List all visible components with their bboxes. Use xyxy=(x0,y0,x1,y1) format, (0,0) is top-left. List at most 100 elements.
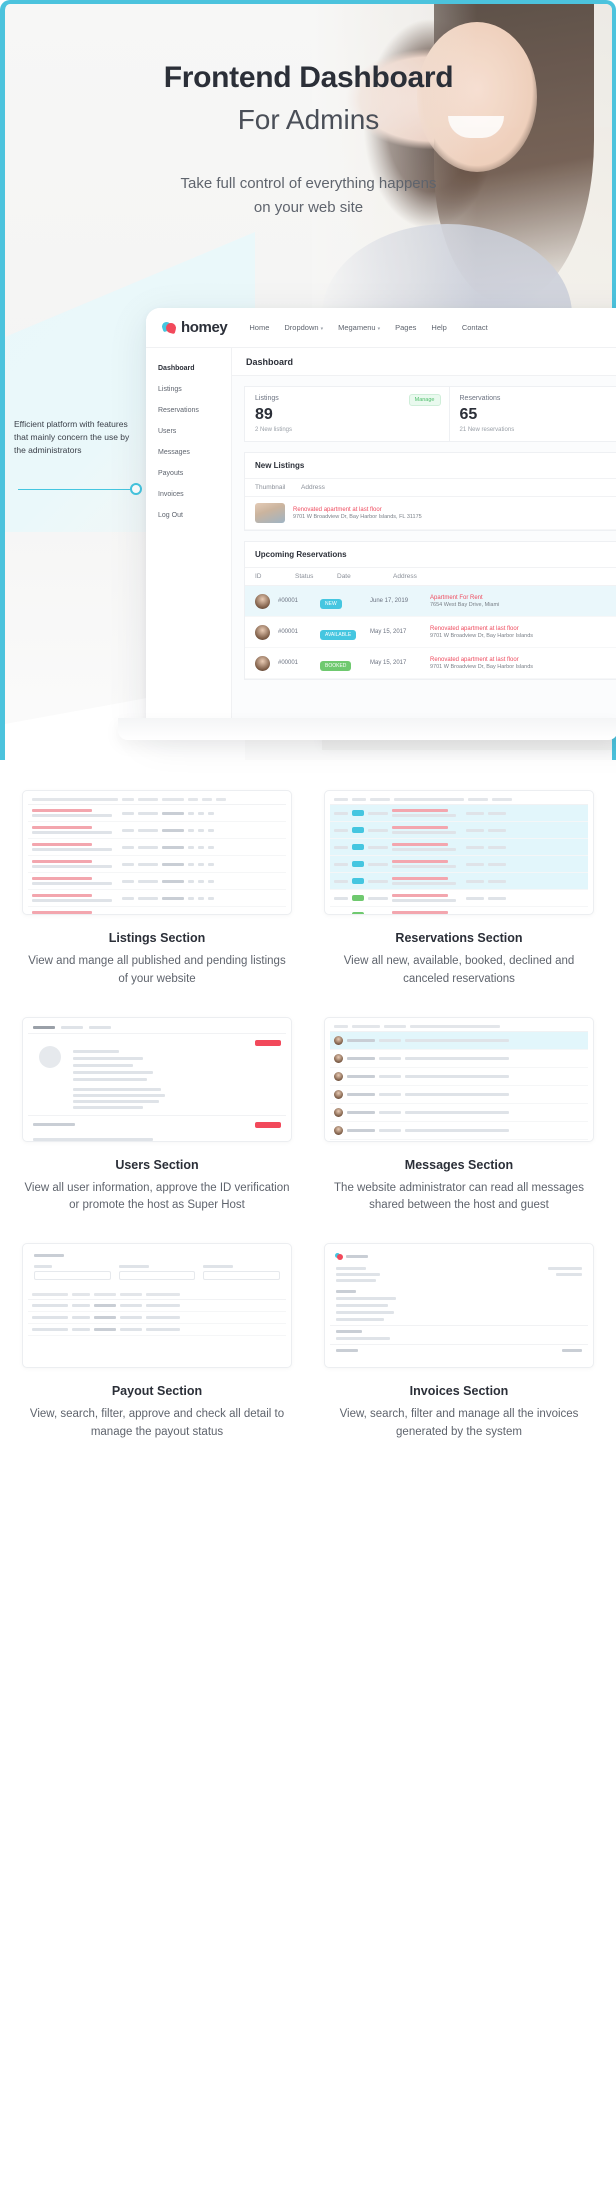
dashboard-page-heading: Dashboard xyxy=(232,348,616,376)
feature-screenshot-messages xyxy=(324,1016,594,1142)
feature-users: Users Section View all user information,… xyxy=(22,1016,292,1216)
manage-button[interactable]: Manage xyxy=(408,394,441,406)
feature-title: Messages Section xyxy=(404,1157,514,1172)
avatar xyxy=(39,1045,61,1068)
reservation-title: Renovated apartment at last floor xyxy=(430,656,519,663)
col-id: ID xyxy=(255,573,262,580)
nav-item-dropdown[interactable]: Dropdown ▾ xyxy=(284,323,323,332)
main-nav: Home Dropdown ▾ Megamenu ▾ Pages Help Cont… xyxy=(249,323,487,332)
feature-screenshot-invoices xyxy=(324,1243,594,1369)
feature-description: The website administrator can read all m… xyxy=(334,1181,584,1212)
nav-label: Contact xyxy=(461,323,488,332)
reservation-title: Apartment For Rent xyxy=(430,594,483,601)
reservation-address: 9701 W Broadview Dr, Bay Harbor Islands xyxy=(430,663,534,670)
dashboard-main: Dashboard Manage Listings 89 2 New listi… xyxy=(232,348,616,728)
nav-item-help[interactable]: Help xyxy=(431,323,446,332)
mini-table-row xyxy=(28,907,286,914)
mini-table-row xyxy=(330,873,588,890)
nav-item-pages[interactable]: Pages xyxy=(395,323,416,332)
mockup-base-shadow xyxy=(118,718,616,740)
mini-table-row xyxy=(330,805,588,822)
reservation-id: #00001 xyxy=(278,598,299,604)
chevron-down-icon: ▾ xyxy=(377,326,381,332)
hero-photo-face xyxy=(417,22,537,172)
secondary-button[interactable] xyxy=(255,1121,281,1128)
mini-table-row xyxy=(330,856,588,873)
mini-table-row xyxy=(330,890,588,907)
feature-description: View all new, available, booked, decline… xyxy=(343,955,575,985)
stat-label: Reservations xyxy=(459,395,501,402)
mockup-topbar: homey Home Dropdown ▾ Megamenu ▾ Pages Hel… xyxy=(146,308,616,348)
brand-logo[interactable]: homey xyxy=(160,319,228,336)
mini-table-row xyxy=(330,839,588,856)
primary-button[interactable] xyxy=(255,1039,281,1046)
mini-table-row xyxy=(330,1086,588,1104)
homey-logo-icon xyxy=(160,320,178,335)
mini-table-row xyxy=(28,839,286,856)
mini-table-row xyxy=(330,1068,588,1086)
stat-value: 89 xyxy=(255,406,273,423)
table-row[interactable]: #00001 NEW June 17, 2019 Apartment For R… xyxy=(245,586,616,617)
mockup-body: Dashboard Listings Reservations Users Me… xyxy=(146,348,616,728)
feature-title: Listings Section xyxy=(108,931,206,945)
col-address: Address xyxy=(301,484,325,491)
sidebar-item-invoices[interactable]: Invoices xyxy=(146,484,231,505)
features-grid: Listings Section View and mange all publ… xyxy=(0,790,616,1442)
table-row[interactable]: #00001 AVAILABLE May 15, 2017 Renovated … xyxy=(245,617,616,648)
feature-title: Users Section xyxy=(115,1157,199,1172)
col-date: Date xyxy=(337,573,351,580)
reservation-id: #00001 xyxy=(278,660,299,666)
page-subtitle: For Admins xyxy=(237,104,380,135)
mini-table-row xyxy=(330,1140,588,1141)
mini-table-row xyxy=(330,1050,588,1068)
homey-logo-icon xyxy=(335,1253,343,1261)
nav-item-home[interactable]: Home xyxy=(249,323,269,332)
status-badge: NEW xyxy=(320,599,342,609)
stat-sub: 21 New reservations xyxy=(459,427,515,433)
reservation-date: June 17, 2019 xyxy=(370,598,409,604)
mini-table-row xyxy=(28,1324,286,1337)
sidebar-item-users[interactable]: Users xyxy=(146,421,231,442)
status-badge: AVAILABLE xyxy=(320,630,357,640)
feature-description: View, search, filter and manage all the … xyxy=(339,1408,579,1439)
listing-address: 9701 W Broadview Dr, Bay Harbor Islands,… xyxy=(293,513,422,520)
dashboard-sidebar: Dashboard Listings Reservations Users Me… xyxy=(146,348,232,728)
sidebar-item-listings[interactable]: Listings xyxy=(146,379,231,400)
feature-description: View all user information, approve the I… xyxy=(24,1181,290,1212)
nav-label: Pages xyxy=(395,323,417,332)
hero-tagline-line1: Take full control of everything happens xyxy=(180,175,437,192)
panel-title: Upcoming Reservations xyxy=(255,550,347,559)
feature-description: View, search, filter, approve and check … xyxy=(29,1408,285,1439)
mini-table-row xyxy=(330,822,588,839)
table-row[interactable]: Renovated apartment at last floor 9701 W… xyxy=(245,497,616,530)
reservation-date: May 15, 2017 xyxy=(370,660,407,666)
sidebar-item-payouts[interactable]: Payouts xyxy=(146,463,231,484)
col-address: Address xyxy=(393,573,417,580)
feature-screenshot-reservations xyxy=(324,790,594,915)
status-badge: BOOKED xyxy=(320,661,352,671)
table-header: Thumbnail Address xyxy=(245,478,616,497)
feature-messages: Messages Section The website administrat… xyxy=(324,1016,594,1216)
table-header: ID Status Date Address xyxy=(245,567,616,586)
mini-table-row xyxy=(28,873,286,890)
nav-item-megamenu[interactable]: Megamenu ▾ xyxy=(338,323,380,332)
mini-table-row xyxy=(330,1104,588,1122)
mini-table-header xyxy=(330,795,588,805)
feature-title: Payout Section xyxy=(111,1384,203,1399)
nav-label: Home xyxy=(249,323,270,332)
mini-table-row xyxy=(28,1312,286,1325)
feature-listings: Listings Section View and mange all publ… xyxy=(22,790,292,989)
hero-tagline-line2: on your web site xyxy=(253,199,364,216)
brand-name: homey xyxy=(181,319,228,336)
feature-description: View and mange all published and pending… xyxy=(28,955,286,985)
table-row[interactable]: #00001 BOOKED May 15, 2017 Renovated apa… xyxy=(245,648,616,679)
sidebar-item-messages[interactable]: Messages xyxy=(146,442,231,463)
nav-item-contact[interactable]: Contact xyxy=(462,323,488,332)
stat-sub: 2 New listings xyxy=(255,427,293,433)
sidebar-item-log-out[interactable]: Log Out xyxy=(146,505,231,526)
sidebar-item-reservations[interactable]: Reservations xyxy=(146,400,231,421)
sidebar-item-dashboard[interactable]: Dashboard xyxy=(146,358,231,379)
feature-title: Reservations Section xyxy=(395,931,523,945)
mini-table-header xyxy=(330,1022,588,1032)
listing-title: Renovated apartment at last floor xyxy=(293,506,382,513)
